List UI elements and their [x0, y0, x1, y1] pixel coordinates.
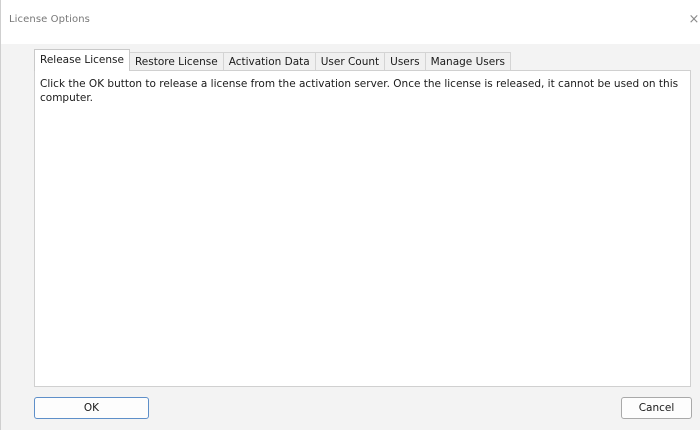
title-bar: License Options × — [1, 0, 700, 44]
window-title: License Options — [9, 14, 90, 25]
ok-button[interactable]: OK — [34, 397, 149, 419]
release-license-panel: Click the OK button to release a license… — [34, 70, 691, 387]
tab-user-count[interactable]: User Count — [314, 52, 386, 71]
release-license-message: Click the OK button to release a license… — [40, 78, 679, 104]
tab-release-license[interactable]: Release License — [34, 49, 130, 71]
tab-strip: Release License Restore License Activati… — [34, 49, 512, 71]
license-options-dialog: License Options × Release License Restor… — [0, 0, 700, 430]
tab-activation-data[interactable]: Activation Data — [222, 52, 316, 71]
cancel-button[interactable]: Cancel — [621, 397, 692, 419]
tab-manage-users[interactable]: Manage Users — [424, 52, 512, 71]
close-icon[interactable]: × — [687, 10, 700, 30]
tab-users[interactable]: Users — [384, 52, 426, 71]
tab-restore-license[interactable]: Restore License — [128, 52, 224, 71]
